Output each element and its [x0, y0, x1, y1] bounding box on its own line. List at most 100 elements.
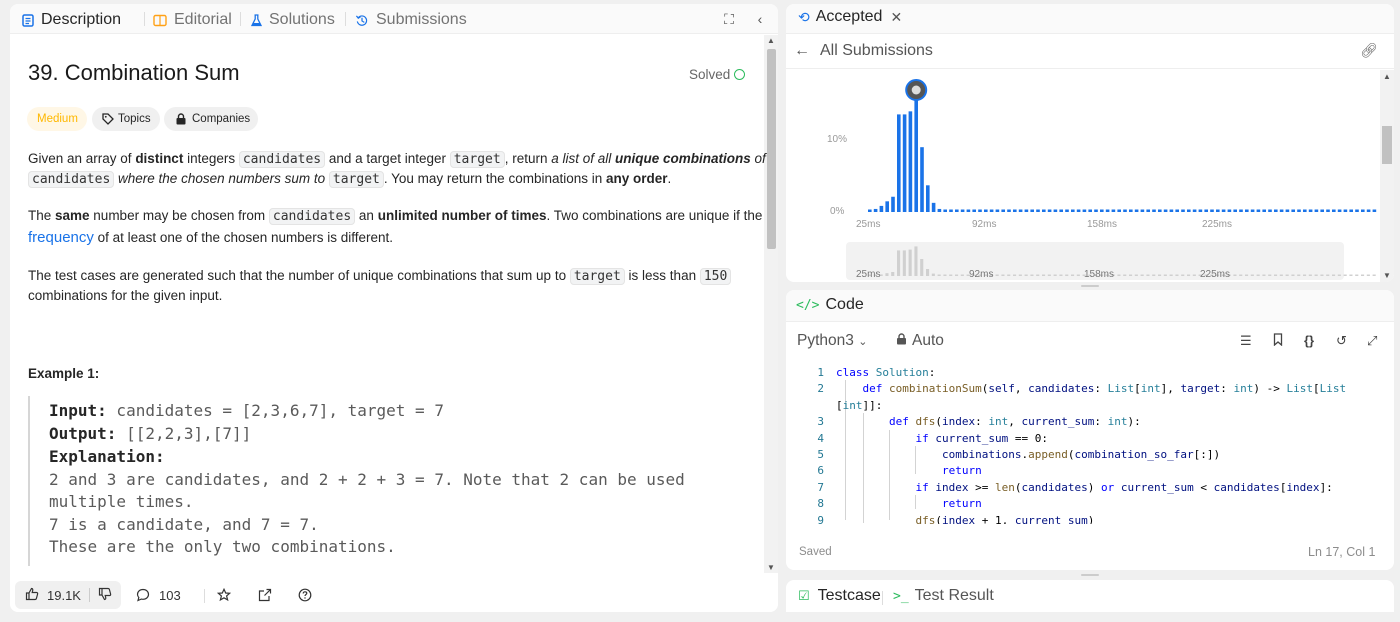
thumbs-down-icon[interactable]	[98, 587, 112, 604]
navigator-bar	[955, 274, 959, 276]
line-number: 2	[817, 382, 824, 396]
line-number: 7	[817, 480, 824, 494]
chart-bar	[926, 185, 930, 212]
expand-icon[interactable]: ⤢	[1367, 333, 1377, 349]
share-icon[interactable]	[258, 581, 272, 609]
scrollbar-thumb[interactable]	[767, 49, 776, 249]
braces-icon[interactable]: {}	[1304, 333, 1314, 348]
scroll-up-icon[interactable]: ▲	[767, 36, 775, 45]
navigator-bar	[937, 274, 941, 276]
chart-bar	[1169, 209, 1174, 212]
chart-bar	[897, 114, 901, 212]
comment-icon	[136, 588, 150, 602]
submission-scrollbar[interactable]: ▲ ▼	[1380, 70, 1394, 282]
favorite-star-icon[interactable]	[217, 581, 231, 609]
collapse-chevron-icon[interactable]: ‹	[751, 10, 769, 28]
tab-accepted[interactable]: ⟲ Accepted ✕	[798, 8, 902, 26]
chart-bar	[1198, 209, 1203, 212]
tab-code[interactable]: </> Code	[796, 296, 864, 314]
help-icon[interactable]	[298, 581, 312, 609]
tab-editorial-label: Editorial	[174, 11, 232, 28]
tab-testcase[interactable]: ☑ Testcase	[798, 587, 881, 605]
scroll-down-icon[interactable]: ▼	[1383, 271, 1391, 280]
navigator-bar	[995, 274, 999, 276]
tab-editorial[interactable]: Editorial	[153, 9, 232, 31]
tab-test-result[interactable]: >_ Test Result	[893, 587, 994, 605]
navigator-bar	[1349, 274, 1353, 276]
tab-solutions[interactable]: Solutions	[251, 9, 335, 31]
example-line: 7 is a candidate, and 7 = 7.	[49, 515, 319, 534]
navigator-bar	[1071, 274, 1075, 276]
bar-divider	[204, 589, 205, 603]
topics-button[interactable]: Topics	[92, 107, 160, 131]
code-editor[interactable]: 1 class Solution: 2 def combinationSum(sel…	[786, 364, 1394, 524]
format-icon[interactable]: ☰	[1240, 333, 1252, 349]
tab-submissions[interactable]: Submissions	[355, 9, 467, 31]
navigator-bar	[1169, 274, 1173, 276]
chart-bar	[1071, 209, 1075, 212]
navigator-bar	[926, 269, 930, 276]
reset-icon[interactable]: ↺	[1336, 333, 1347, 349]
difficulty-badge[interactable]: Medium	[27, 107, 87, 131]
tab-code-label: Code	[825, 296, 864, 313]
code-line: return	[941, 464, 982, 478]
description-line-5: The test cases are generated such that t…	[28, 266, 732, 287]
line-number: 3	[817, 415, 824, 429]
chart-bar	[1245, 209, 1249, 212]
mode-label: Auto	[912, 332, 944, 349]
navigator-bar	[1355, 274, 1359, 276]
chart-bar	[1117, 209, 1121, 212]
thumbs-up-icon[interactable]	[25, 587, 39, 604]
scroll-up-icon[interactable]: ▲	[1383, 72, 1391, 81]
like-count: 19.1K	[47, 587, 81, 603]
all-submissions-label: All Submissions	[820, 42, 933, 59]
resize-handle[interactable]	[1081, 285, 1099, 287]
scroll-down-icon[interactable]: ▼	[767, 563, 775, 572]
navigator-bar	[1343, 274, 1347, 276]
tab-accepted-label: Accepted	[815, 8, 883, 25]
link-icon[interactable]: 🔗︎	[1360, 42, 1378, 59]
chart-bar	[1163, 209, 1168, 212]
chart-bar	[879, 205, 884, 212]
solved-label: Solved	[689, 67, 731, 82]
maximize-icon[interactable]: ⛶	[720, 10, 738, 28]
navigator-bar	[1076, 274, 1080, 276]
chart-bar	[1297, 209, 1301, 212]
description-line-3: The same number may be chosen from candi…	[28, 208, 763, 225]
chart-bar	[1007, 209, 1011, 212]
chart-bar	[1100, 209, 1104, 212]
example-block: Input: candidates = [2,3,6,7], target = …	[28, 396, 718, 566]
all-submissions-link[interactable]: ← All Submissions	[794, 42, 933, 60]
checkbox-icon: ☑	[798, 588, 810, 603]
code-line: class Solution:	[836, 366, 936, 379]
code-icon: </>	[796, 297, 820, 313]
tab-solutions-label: Solutions	[269, 11, 335, 28]
companies-button[interactable]: Companies	[164, 107, 258, 131]
example-line: multiple times.	[49, 492, 194, 511]
code-line: def combinationSum(self, candidates: Lis…	[862, 382, 1347, 396]
scrollbar-thumb[interactable]	[1382, 126, 1392, 164]
description-scrollbar[interactable]: ▲ ▼	[764, 35, 778, 573]
chart-bar	[891, 196, 895, 212]
bookmark-icon[interactable]	[1273, 333, 1283, 349]
example-line: These are the only two combinations.	[49, 537, 396, 556]
chart-bar	[1146, 209, 1150, 212]
chart-bar	[1059, 209, 1063, 212]
navigator-bar	[1018, 274, 1022, 276]
navigator-bar	[1007, 274, 1011, 276]
close-tab-icon[interactable]: ✕	[890, 9, 902, 26]
chart-bar	[1349, 209, 1353, 212]
navigator-bar	[1181, 274, 1185, 276]
chart-bar	[960, 209, 965, 212]
tab-description[interactable]: Description	[22, 9, 121, 31]
submission-tab-bar: ⟲ Accepted ✕	[786, 4, 1394, 34]
auto-mode-toggle[interactable]: Auto	[896, 332, 944, 350]
resize-handle[interactable]	[1081, 574, 1099, 576]
comments-button[interactable]: 103	[136, 581, 181, 609]
description-line-4: frequency of at least one of the chosen …	[28, 229, 394, 246]
history-icon	[355, 14, 368, 26]
frequency-link[interactable]: frequency	[28, 229, 94, 246]
navigator-bar	[885, 273, 889, 276]
tab-test-result-label: Test Result	[914, 587, 994, 604]
language-select[interactable]: Python3 ⌄	[797, 332, 867, 350]
